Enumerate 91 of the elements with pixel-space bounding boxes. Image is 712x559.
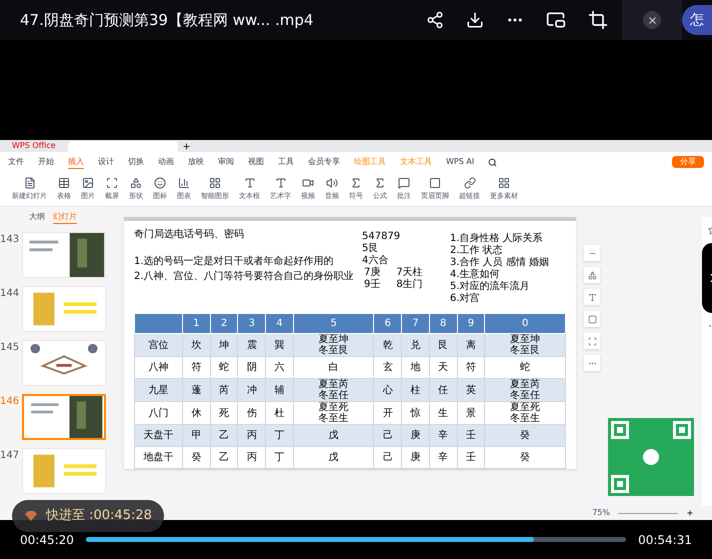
menu-tab[interactable]: WPS AI <box>446 156 474 168</box>
menu-tab[interactable]: 开始 <box>38 156 54 168</box>
menu-tab[interactable]: 工具 <box>278 156 294 168</box>
row-label: 地盘干 <box>134 446 182 468</box>
note-text: 4六合 <box>362 255 390 266</box>
shapes-icon <box>588 270 596 280</box>
grid-icon <box>498 176 510 189</box>
aspect-text: 4.生意如何 <box>450 269 501 280</box>
menu-tab[interactable]: 文件 <box>8 156 24 168</box>
video-title: 47.阴盘奇门预测第39【教程网 ww... .mp4 <box>20 10 314 31</box>
menu-tab[interactable]: 视图 <box>248 156 264 168</box>
note-text: 5艮 <box>362 243 380 254</box>
aspect-text: 2.工作 状态 <box>450 245 504 257</box>
zoom-in-icon[interactable] <box>686 509 694 517</box>
float-tool-button[interactable] <box>584 333 600 349</box>
float-tool-button[interactable] <box>584 267 600 283</box>
table-cell: 丁 <box>266 446 294 468</box>
bar-chart-icon <box>178 176 190 189</box>
aspect-text: 3.合作 人员 感情 婚姻 <box>450 257 550 268</box>
diamond-icon <box>24 510 38 522</box>
speaker-icon <box>326 176 338 189</box>
table-cell: 癸 <box>182 446 210 468</box>
table-cell: 己 <box>374 446 402 468</box>
document-icon <box>24 176 36 189</box>
aspect-text: 1.自身性格 人际关系 <box>450 233 544 244</box>
crop-icon[interactable] <box>588 10 608 30</box>
menu-tab[interactable]: 切换 <box>128 156 144 168</box>
column-header: 0 <box>484 314 566 334</box>
sigma-icon <box>374 176 386 189</box>
rule-text: 2.八神、宫位、八门等符号要符合自己的身份职业 <box>134 270 355 284</box>
note-text: 9壬 <box>364 279 380 291</box>
slide-number: 147 <box>0 449 18 463</box>
shapes-icon <box>130 176 142 189</box>
table-cell: 庚 <box>402 446 430 468</box>
smile-icon <box>154 176 166 189</box>
video-icon <box>302 176 314 189</box>
elapsed-time: 00:45:20 <box>20 532 74 548</box>
grid-icon <box>209 176 221 189</box>
float-tool-button[interactable] <box>584 289 600 305</box>
close-button[interactable] <box>643 11 661 29</box>
phone-number: 547879 <box>362 231 402 243</box>
search-icon[interactable] <box>488 158 498 166</box>
slide-title: 奇门局选电话号码、密码 <box>134 228 245 242</box>
download-icon[interactable] <box>466 11 484 29</box>
close-icon <box>646 14 658 26</box>
table-cell: 癸 <box>484 446 566 468</box>
table-cell: 乙 <box>210 446 238 468</box>
menu-tab[interactable]: 设计 <box>98 156 114 168</box>
ask-button[interactable]: 怎 <box>682 5 712 35</box>
square-icon <box>588 314 596 324</box>
menu-tab[interactable]: 插入 <box>68 156 84 168</box>
rule-text: 1.选的号码一定是对日干或者年命起好作用的 <box>134 254 335 269</box>
link-icon <box>464 176 476 189</box>
note-text: 8生门 <box>396 279 423 291</box>
note-text: 7庚 <box>364 267 380 278</box>
app-tab[interactable]: WPS Office <box>4 140 64 152</box>
table-cell: 辛 <box>429 446 458 468</box>
table-cell: 丙 <box>238 446 266 468</box>
aspect-text: 6.对宫 <box>450 293 481 305</box>
progress-track[interactable] <box>86 537 626 542</box>
note-text: 7天柱 <box>396 267 423 278</box>
slide-number: 145 <box>0 341 18 355</box>
menu-tab[interactable]: 放映 <box>188 156 204 168</box>
text-icon <box>588 292 596 302</box>
sigma-icon <box>350 176 362 189</box>
menu-tab[interactable]: 审阅 <box>218 156 234 168</box>
slide-number: 146 <box>0 395 18 409</box>
slide-number: 143 <box>0 233 18 247</box>
float-tool-button[interactable] <box>584 311 600 327</box>
menu-tab[interactable]: 动画 <box>158 156 174 168</box>
image-icon <box>82 176 94 189</box>
total-time: 00:54:31 <box>638 532 692 548</box>
aspect-text: 5.对应的流年流月 <box>450 281 531 292</box>
square-icon <box>429 176 441 189</box>
table-icon <box>58 176 70 189</box>
share-icon[interactable] <box>426 11 444 29</box>
text-icon <box>244 176 256 189</box>
table-cell: 壬 <box>457 446 485 468</box>
zoom-level: 75% <box>592 507 610 519</box>
qr-code-icon <box>608 418 694 496</box>
scan-icon <box>106 176 118 189</box>
menu-tab[interactable]: 会员专享 <box>308 156 340 168</box>
scan-icon <box>588 336 596 346</box>
text-icon <box>274 176 286 189</box>
comment-icon <box>398 176 410 189</box>
new-tab-icon[interactable] <box>182 142 191 150</box>
slide-number: 144 <box>0 287 18 301</box>
seek-text: 快进至 :00:45:28 <box>46 507 152 526</box>
table-cell: 戊 <box>293 446 374 468</box>
picture-in-picture-icon[interactable] <box>546 10 566 30</box>
panel-tab[interactable]: 大纲 <box>29 211 45 224</box>
